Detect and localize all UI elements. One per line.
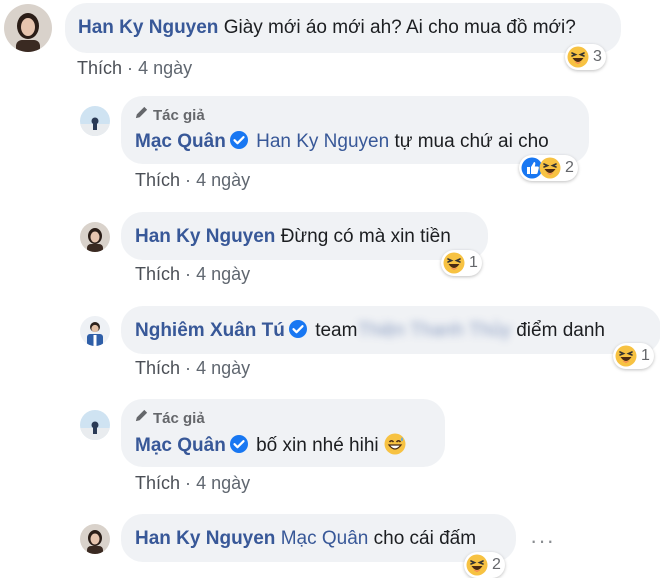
- pen-icon: [134, 105, 149, 120]
- avatar[interactable]: [80, 106, 110, 136]
- like-link[interactable]: Thích: [135, 170, 180, 190]
- reaction-summary[interactable]: 1: [613, 343, 654, 369]
- author-name[interactable]: Han Ky Nguyen: [135, 226, 275, 247]
- timestamp[interactable]: 4 ngày: [196, 264, 250, 284]
- author-badge-label: Tác giả: [153, 107, 205, 124]
- author-name[interactable]: Nghiêm Xuân Tú: [135, 320, 285, 341]
- reaction-count: 2: [565, 159, 574, 176]
- reaction-count: 3: [593, 48, 602, 65]
- comment-text: cho cái đấm: [373, 528, 477, 549]
- pen-icon: [134, 408, 149, 423]
- grin-sweat-emoji-icon: [384, 433, 406, 455]
- more-options-icon[interactable]: ···: [530, 528, 555, 554]
- like-link[interactable]: Thích: [135, 473, 180, 493]
- like-link[interactable]: Thích: [135, 358, 180, 378]
- reaction-summary[interactable]: 2: [519, 155, 578, 181]
- comment-text: tự mua chứ ai cho: [394, 131, 549, 152]
- separator: ·: [185, 264, 192, 284]
- timestamp[interactable]: 4 ngày: [196, 473, 250, 493]
- verified-badge-icon: [229, 130, 249, 150]
- comment-text: Đừng có mà xin tiền: [280, 226, 451, 247]
- comment-text: điểm danh: [516, 320, 605, 341]
- separator: ·: [127, 58, 134, 78]
- separator: ·: [185, 358, 192, 378]
- reaction-count: 2: [492, 556, 501, 573]
- avatar-photo-icon: [4, 4, 52, 52]
- timestamp[interactable]: 4 ngày: [196, 358, 250, 378]
- author-name[interactable]: Mạc Quân: [135, 131, 226, 152]
- avatar[interactable]: [80, 524, 110, 554]
- like-link[interactable]: Thích: [77, 58, 122, 78]
- mention-link[interactable]: Mạc Quân: [281, 528, 369, 549]
- haha-emoji-icon: [443, 252, 465, 274]
- author-badge: Tác giả: [134, 408, 205, 428]
- author-name[interactable]: Han Ky Nguyen: [78, 17, 218, 38]
- avatar[interactable]: [80, 222, 110, 252]
- avatar[interactable]: [80, 410, 110, 440]
- avatar-photo-icon: [80, 410, 110, 440]
- author-name[interactable]: Mạc Quân: [135, 435, 226, 456]
- comment-text: team: [315, 320, 358, 341]
- haha-emoji-icon: [567, 46, 589, 68]
- reaction-summary[interactable]: 1: [441, 250, 482, 276]
- reaction-count: 1: [641, 347, 650, 364]
- reaction-summary[interactable]: 3: [565, 44, 606, 70]
- separator: ·: [185, 473, 192, 493]
- like-link[interactable]: Thích: [135, 264, 180, 284]
- haha-emoji-icon: [539, 157, 561, 179]
- separator: ·: [185, 170, 192, 190]
- avatar[interactable]: [4, 4, 52, 52]
- blurred-mention: Thiện Thanh Thủy: [357, 320, 511, 341]
- avatar[interactable]: [80, 316, 110, 346]
- comment-text: Giày mới áo mới ah? Ai cho mua đồ mới?: [223, 17, 576, 38]
- avatar-photo-icon: [80, 316, 110, 346]
- author-name[interactable]: Han Ky Nguyen: [135, 528, 275, 549]
- reaction-count: 1: [469, 254, 478, 271]
- verified-badge-icon: [229, 434, 249, 454]
- timestamp[interactable]: 4 ngày: [196, 170, 250, 190]
- verified-badge-icon: [288, 319, 308, 339]
- avatar-photo-icon: [80, 106, 110, 136]
- comment-text: bố xin nhé hihi: [256, 435, 379, 456]
- avatar-photo-icon: [80, 524, 110, 554]
- author-badge-label: Tác giả: [153, 410, 205, 427]
- author-badge: Tác giả: [134, 105, 205, 125]
- avatar-photo-icon: [80, 222, 110, 252]
- timestamp[interactable]: 4 ngày: [138, 58, 192, 78]
- mention-link[interactable]: Han Ky Nguyen: [256, 131, 389, 152]
- haha-emoji-icon: [466, 554, 488, 576]
- haha-emoji-icon: [615, 345, 637, 367]
- reaction-summary[interactable]: 2: [464, 552, 505, 578]
